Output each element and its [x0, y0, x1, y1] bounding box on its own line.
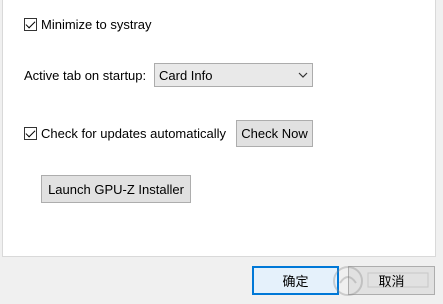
minimize-to-systray-row[interactable]: Minimize to systray — [24, 17, 152, 32]
minimize-to-systray-label: Minimize to systray — [41, 17, 152, 32]
active-tab-value: Card Info — [159, 67, 213, 83]
chevron-down-icon — [294, 72, 312, 78]
ok-label: 确定 — [282, 274, 309, 289]
ok-button[interactable]: 确定 — [252, 266, 339, 295]
check-updates-label: Check for updates automatically — [41, 126, 226, 141]
cancel-label: 取消 — [378, 274, 405, 289]
cancel-button[interactable]: 取消 — [348, 266, 435, 295]
active-tab-label: Active tab on startup: — [24, 68, 147, 83]
check-updates-checkbox[interactable] — [24, 127, 37, 140]
active-tab-label-row: Active tab on startup: — [24, 68, 146, 83]
launch-installer-button[interactable]: Launch GPU-Z Installer — [41, 175, 191, 203]
check-now-button[interactable]: Check Now — [236, 120, 313, 147]
minimize-to-systray-checkbox[interactable] — [24, 18, 37, 31]
active-tab-dropdown[interactable]: Card Info — [154, 63, 313, 87]
settings-panel: Minimize to systray Active tab on startu… — [2, 0, 436, 257]
launch-installer-label: Launch GPU-Z Installer — [48, 181, 184, 197]
check-updates-row[interactable]: Check for updates automatically — [24, 126, 226, 141]
check-now-label: Check Now — [241, 126, 308, 141]
